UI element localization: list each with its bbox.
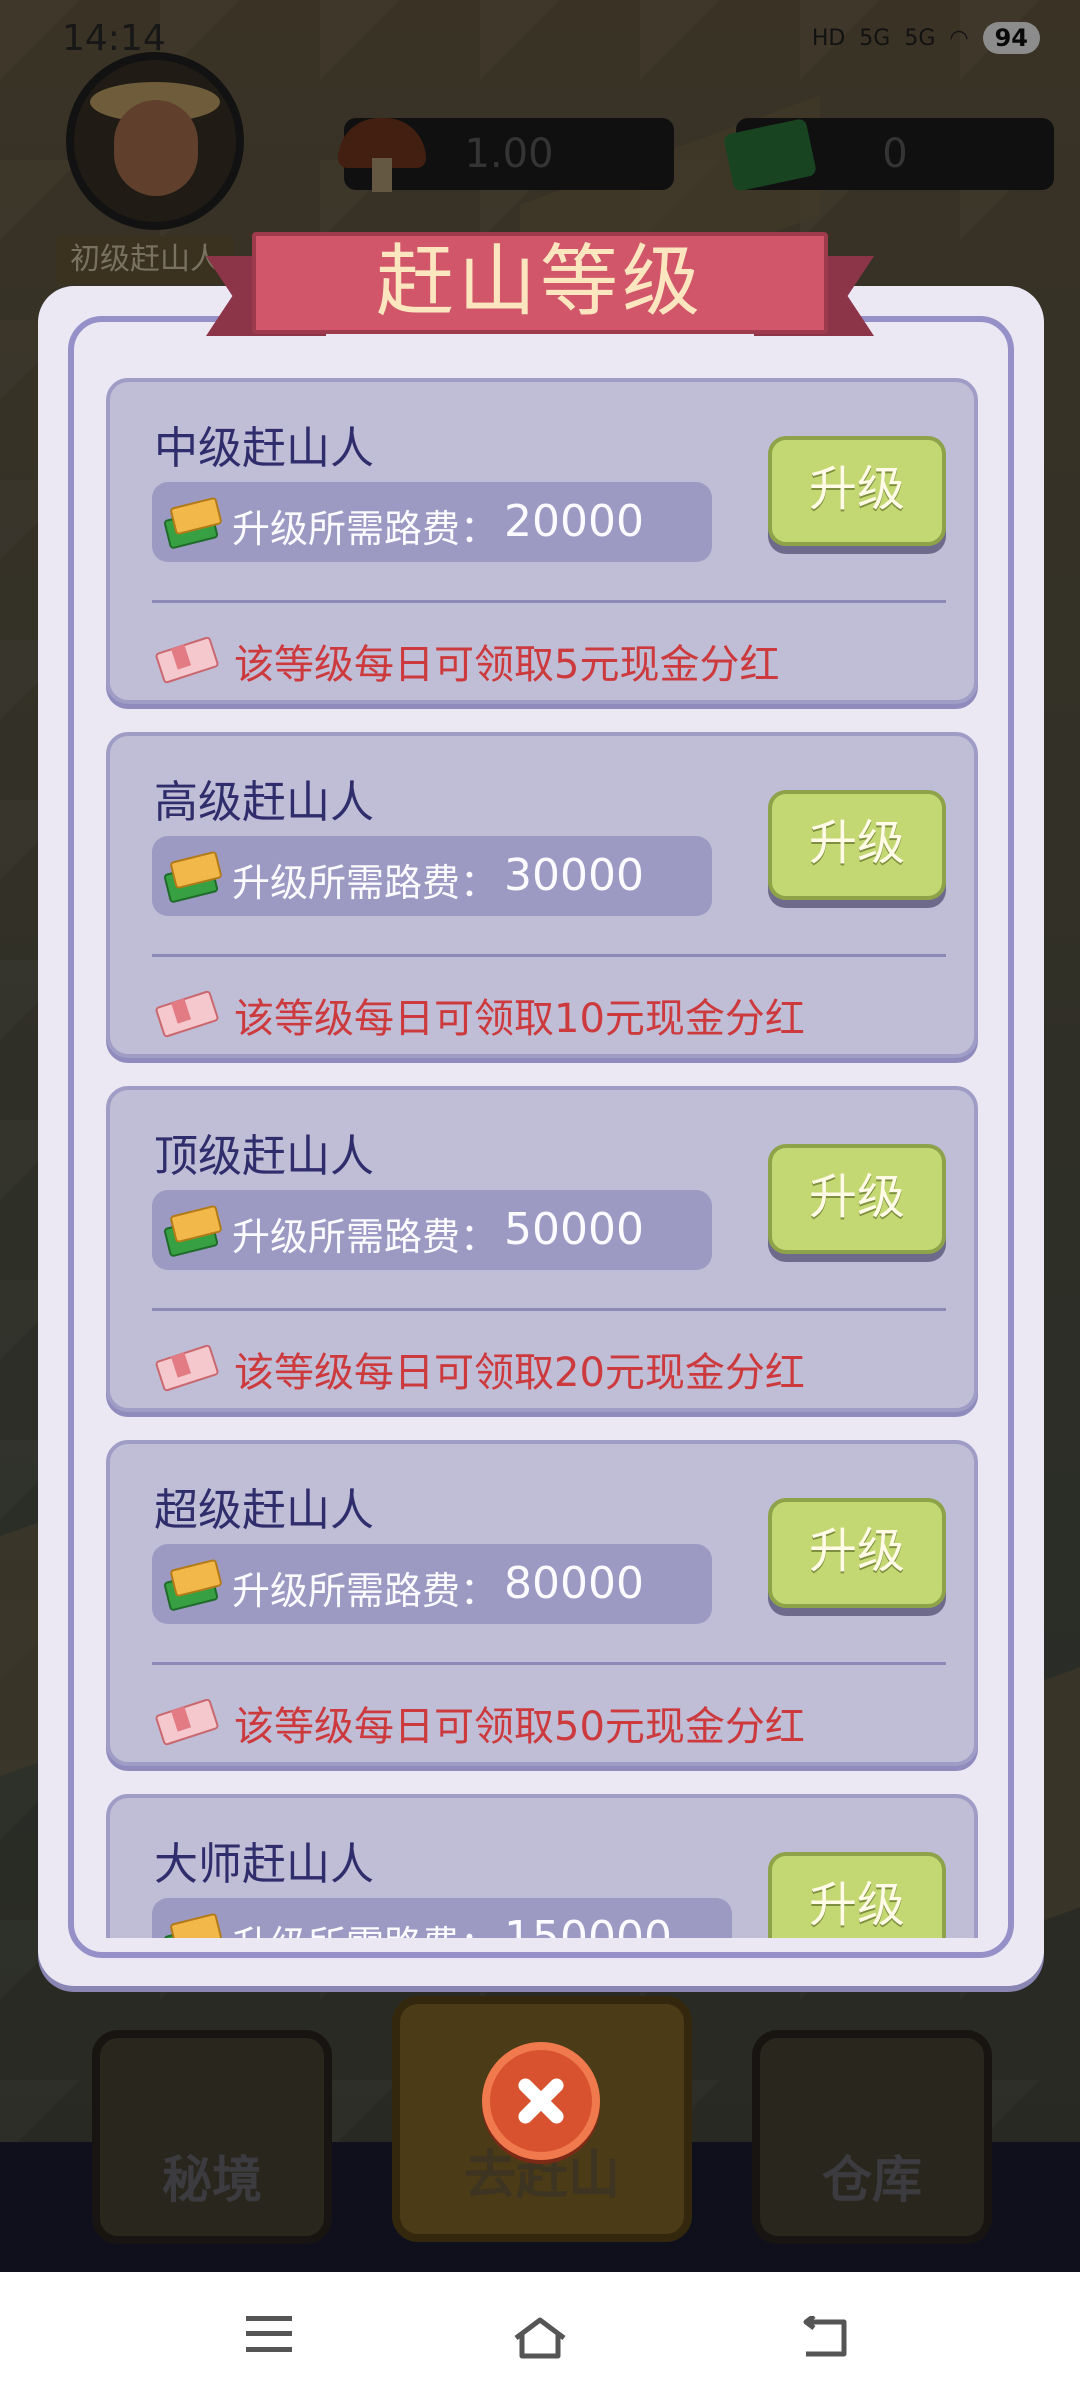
level-card: 高级赶山人 升级所需路费： 30000 升级 该等级每日可领取10元现金分红 bbox=[106, 732, 978, 1058]
fee-pill: 升级所需路费： 20000 bbox=[152, 482, 712, 562]
cash-ticket-icon bbox=[154, 1340, 220, 1393]
card-divider bbox=[152, 600, 946, 603]
modal-title: 赶山等级 bbox=[252, 232, 828, 334]
cash-ticket-icon bbox=[154, 986, 220, 1039]
bonus-text: 该等级每日可领取10元现金分红 bbox=[234, 996, 805, 1042]
money-icon bbox=[162, 1910, 223, 1938]
fee-label: 升级所需路费： bbox=[232, 1569, 499, 1613]
fee-label: 升级所需路费： bbox=[232, 507, 499, 551]
fee-label: 升级所需路费： bbox=[232, 1914, 498, 1938]
level-card: 大师赶山人 升级所需路费： 150000 升级 bbox=[106, 1794, 978, 1938]
level-name: 超级赶山人 bbox=[154, 1485, 374, 1536]
fee-pill: 升级所需路费： 50000 bbox=[152, 1190, 712, 1270]
card-divider bbox=[152, 1308, 946, 1311]
level-name: 顶级赶山人 bbox=[154, 1131, 374, 1182]
money-icon bbox=[162, 494, 223, 550]
card-divider bbox=[152, 1662, 946, 1665]
fee-value: 150000 bbox=[504, 1912, 672, 1938]
cash-ticket-icon bbox=[154, 1694, 220, 1747]
bonus-text: 该等级每日可领取50元现金分红 bbox=[234, 1704, 805, 1750]
level-modal-inner: 中级赶山人 升级所需路费： 20000 升级 该等级每日可领取5元现金分红 高级… bbox=[68, 316, 1014, 1958]
fee-pill: 升级所需路费： 150000 bbox=[152, 1898, 732, 1938]
level-name: 大师赶山人 bbox=[154, 1839, 374, 1890]
level-card: 中级赶山人 升级所需路费： 20000 升级 该等级每日可领取5元现金分红 bbox=[106, 378, 978, 704]
upgrade-button[interactable]: 升级 bbox=[768, 1852, 946, 1938]
money-icon bbox=[162, 1556, 223, 1612]
back-icon[interactable] bbox=[800, 2316, 850, 2360]
upgrade-button[interactable]: 升级 bbox=[768, 436, 946, 546]
level-list[interactable]: 中级赶山人 升级所需路费： 20000 升级 该等级每日可领取5元现金分红 高级… bbox=[106, 378, 978, 1938]
fee-pill: 升级所需路费： 80000 bbox=[152, 1544, 712, 1624]
system-nav-bar bbox=[0, 2272, 1080, 2400]
upgrade-button[interactable]: 升级 bbox=[768, 790, 946, 900]
cash-ticket-icon bbox=[154, 632, 220, 685]
upgrade-button[interactable]: 升级 bbox=[768, 1498, 946, 1608]
money-icon bbox=[162, 848, 223, 904]
level-name: 高级赶山人 bbox=[154, 777, 374, 828]
close-icon[interactable] bbox=[482, 2042, 600, 2160]
menu-icon[interactable] bbox=[246, 2316, 292, 2352]
upgrade-button[interactable]: 升级 bbox=[768, 1144, 946, 1254]
fee-value: 50000 bbox=[504, 1204, 644, 1255]
money-icon bbox=[162, 1202, 223, 1258]
fee-pill: 升级所需路费： 30000 bbox=[152, 836, 712, 916]
fee-label: 升级所需路费： bbox=[232, 861, 499, 905]
card-divider bbox=[152, 954, 946, 957]
fee-value: 30000 bbox=[504, 850, 644, 901]
fee-value: 20000 bbox=[504, 496, 644, 547]
title-ribbon: 赶山等级 bbox=[206, 232, 874, 346]
fee-label: 升级所需路费： bbox=[232, 1215, 499, 1259]
bonus-text: 该等级每日可领取20元现金分红 bbox=[234, 1350, 805, 1396]
home-icon[interactable] bbox=[512, 2316, 568, 2360]
fee-value: 80000 bbox=[504, 1558, 644, 1609]
bonus-text: 该等级每日可领取5元现金分红 bbox=[234, 642, 780, 688]
level-name: 中级赶山人 bbox=[154, 423, 374, 474]
level-card: 顶级赶山人 升级所需路费： 50000 升级 该等级每日可领取20元现金分红 bbox=[106, 1086, 978, 1412]
level-card: 超级赶山人 升级所需路费： 80000 升级 该等级每日可领取50元现金分红 bbox=[106, 1440, 978, 1766]
